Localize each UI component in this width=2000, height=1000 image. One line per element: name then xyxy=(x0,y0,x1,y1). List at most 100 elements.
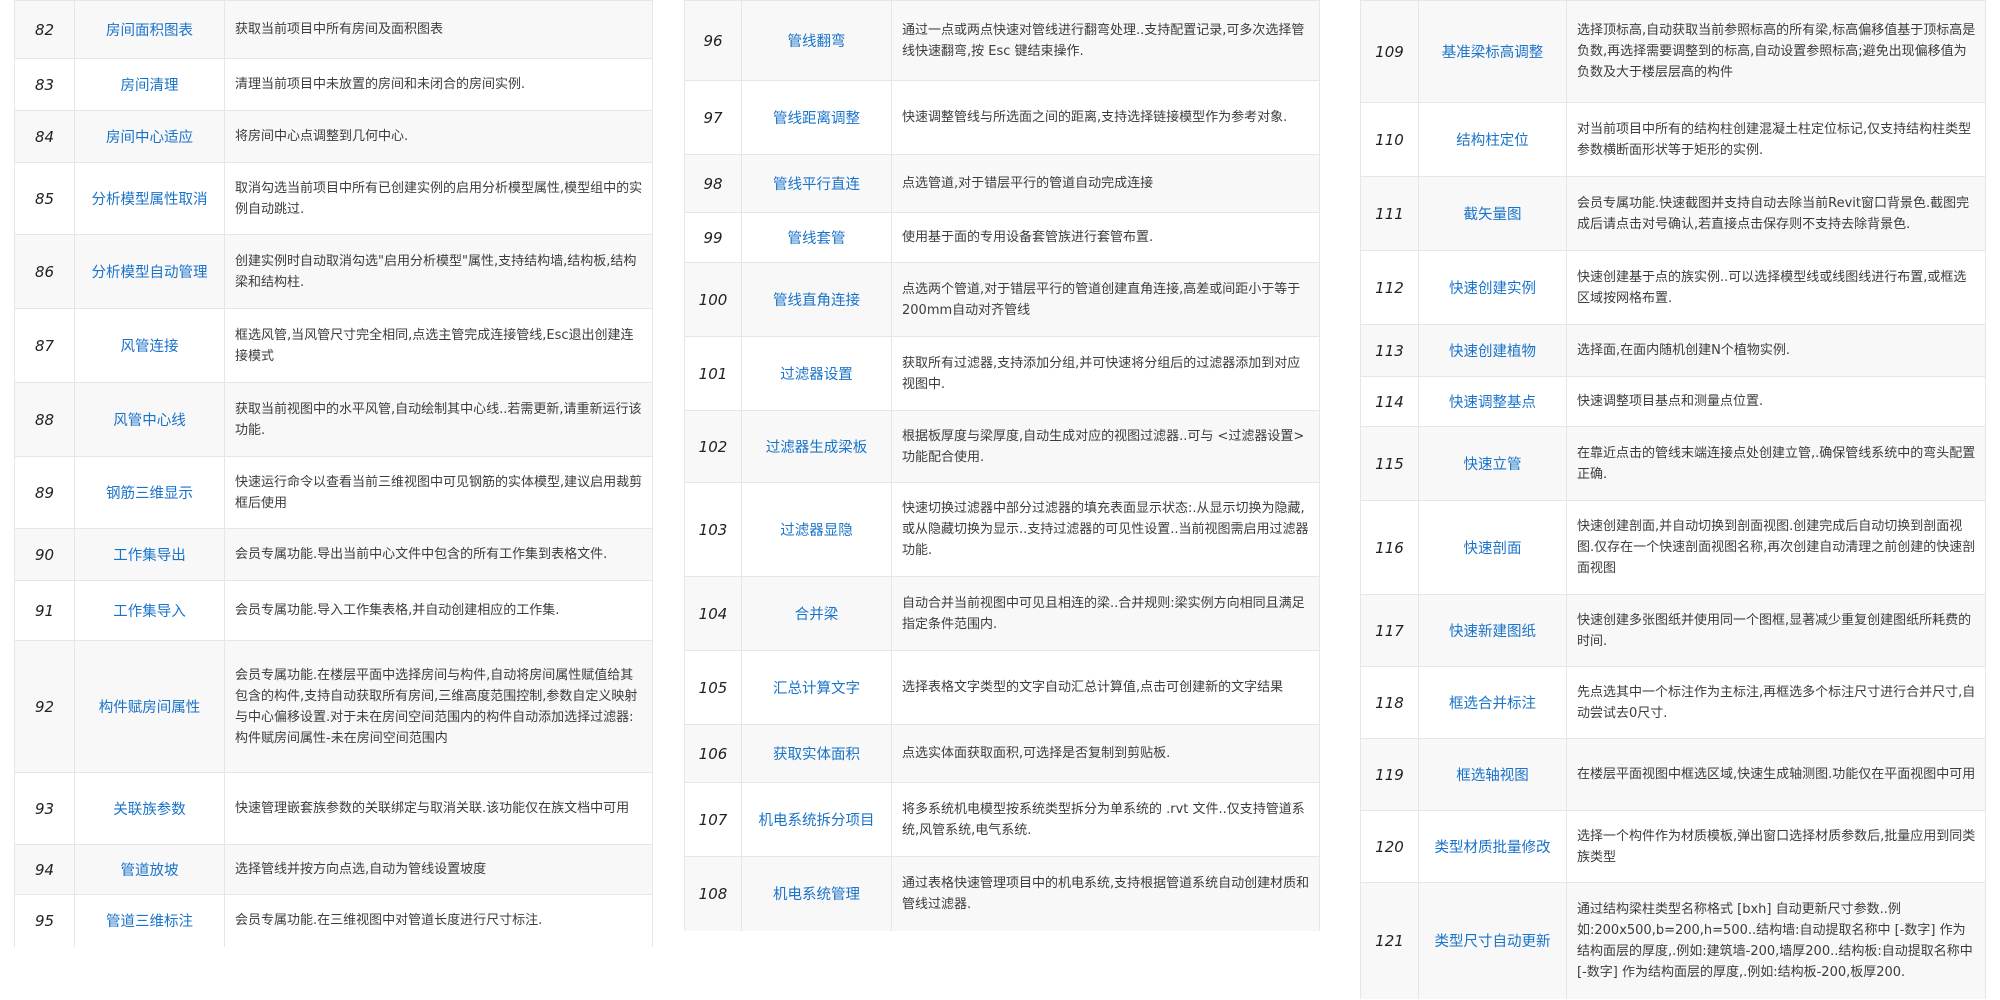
feature-description: 通过表格快速管理项目中的机电系统,支持根据管道系统自动创建材质和管线过滤器. xyxy=(891,856,1320,931)
feature-description-text: 在靠近点击的管线末端连接点处创建立管,.确保管线系统中的弯头配置正确. xyxy=(1577,445,1976,482)
table-row: 96 管线翻弯 通过一点或两点快速对管线进行翻弯处理..支持配置记录,可多次选择… xyxy=(684,0,1320,81)
feature-name-link[interactable]: 快速调整基点 xyxy=(1418,376,1567,427)
row-number: 82 xyxy=(14,0,75,59)
feature-name-link[interactable]: 结构柱定位 xyxy=(1418,102,1567,177)
table-row: 104 合并梁 自动合并当前视图中可见且相连的梁..合并规则:梁实例方向相同且满… xyxy=(684,576,1320,651)
feature-name-link[interactable]: 快速创建植物 xyxy=(1418,324,1567,377)
feature-description: 选择面,在面内随机创建N个植物实例. xyxy=(1566,324,1986,377)
table-row: 114 快速调整基点 快速调整项目基点和测量点位置. xyxy=(1360,376,1986,427)
feature-name-link[interactable]: 机电系统拆分项目 xyxy=(741,782,892,857)
feature-description-text: 快速调整项目基点和测量点位置. xyxy=(1577,394,1764,409)
table-panel-2: 96 管线翻弯 通过一点或两点快速对管线进行翻弯处理..支持配置记录,可多次选择… xyxy=(684,0,1320,940)
feature-name-link[interactable]: 截矢量图 xyxy=(1418,176,1567,251)
feature-description-text: 会员专属功能.在三维视图中对管道长度进行尺寸标注. xyxy=(235,913,543,929)
feature-name-link[interactable]: 快速剖面 xyxy=(1418,500,1567,595)
row-number: 117 xyxy=(1360,594,1419,667)
feature-description-text: 会员专属功能.导出当前中心文件中包含的所有工作集到表格文件. xyxy=(235,547,608,562)
feature-name-link[interactable]: 构件赋房间属性 xyxy=(74,640,225,773)
table-row: 88 风管中心线 获取当前视图中的水平风管,自动绘制其中心线..若需更新,请重新… xyxy=(14,382,653,457)
feature-name-link[interactable]: 房间中心适应 xyxy=(74,110,225,163)
table-row: 102 过滤器生成梁板 根据板厚度与梁厚度,自动生成对应的视图过滤器..可与 <… xyxy=(684,410,1320,483)
feature-name-link[interactable]: 管道放坡 xyxy=(74,844,225,895)
feature-description: 选择管线并按方向点选,自动为管线设置坡度 xyxy=(224,844,653,895)
feature-description-text: 清理当前项目中未放置的房间和未闭合的房间实例. xyxy=(235,77,526,92)
feature-name-link[interactable]: 基准梁标高调整 xyxy=(1418,0,1567,103)
feature-description-text: 通过结构梁柱类型名称格式 [bxh] 自动更新尺寸参数..例如:200x500,… xyxy=(1577,901,1973,980)
row-number: 88 xyxy=(14,382,75,457)
feature-name-link[interactable]: 框选合并标注 xyxy=(1418,666,1567,739)
feature-name-link[interactable]: 工作集导出 xyxy=(74,528,225,581)
table-row: 97 管线距离调整 快速调整管线与所选面之间的距离,支持选择链接模型作为参考对象… xyxy=(684,80,1320,155)
feature-name-link[interactable]: 管线距离调整 xyxy=(741,80,892,155)
feature-name-link[interactable]: 过滤器显隐 xyxy=(741,482,892,577)
feature-description-text: 获取当前项目中所有房间及面积图表 xyxy=(235,22,444,37)
row-number: 120 xyxy=(1360,810,1419,883)
feature-description-text: 会员专属功能.在楼层平面中选择房间与构件,自动将房间属性赋值给其包含的构件,支持… xyxy=(235,667,638,746)
feature-description-text: 使用基于面的专用设备套管族进行套管布置. xyxy=(902,230,1154,245)
table-row: 98 管线平行直连 点选管道,对于错层平行的管道自动完成连接 xyxy=(684,154,1320,213)
row-number: 97 xyxy=(684,80,742,155)
feature-description-text: 对当前项目中所有的结构柱创建混凝土柱定位标记,仅支持结构柱类型参数横断面形状等于… xyxy=(1577,121,1972,158)
table-panel-3: 109 基准梁标高调整 选择顶标高,自动获取当前参照标高的所有梁,标高偏移值基于… xyxy=(1360,0,1986,1000)
feature-name-link[interactable]: 框选轴视图 xyxy=(1418,738,1567,811)
feature-name-link[interactable]: 过滤器生成梁板 xyxy=(741,410,892,483)
row-number: 89 xyxy=(14,456,75,529)
feature-name-link[interactable]: 快速立管 xyxy=(1418,426,1567,501)
feature-name-link[interactable]: 管线平行直连 xyxy=(741,154,892,213)
feature-description-text: 通过表格快速管理项目中的机电系统,支持根据管道系统自动创建材质和管线过滤器. xyxy=(902,875,1310,912)
table-row: 95 管道三维标注 会员专属功能.在三维视图中对管道长度进行尺寸标注. xyxy=(14,894,653,947)
feature-description: 会员专属功能.在三维视图中对管道长度进行尺寸标注. xyxy=(224,894,653,947)
feature-name-link[interactable]: 风管连接 xyxy=(74,308,225,383)
row-number: 114 xyxy=(1360,376,1419,427)
feature-description: 获取当前视图中的水平风管,自动绘制其中心线..若需更新,请重新运行该功能. xyxy=(224,382,653,457)
feature-description: 在楼层平面视图中框选区域,快速生成轴测图.功能仅在平面视图中可用 xyxy=(1566,738,1986,811)
feature-name-link[interactable]: 合并梁 xyxy=(741,576,892,651)
feature-name-link[interactable]: 管道三维标注 xyxy=(74,894,225,947)
feature-name-link[interactable]: 类型尺寸自动更新 xyxy=(1418,882,1567,999)
table-row: 84 房间中心适应 将房间中心点调整到几何中心. xyxy=(14,110,653,163)
row-number: 86 xyxy=(14,234,75,309)
table-row: 120 类型材质批量修改 选择一个构件作为材质模板,弹出窗口选择材质参数后,批量… xyxy=(1360,810,1986,883)
feature-name-link[interactable]: 管线直角连接 xyxy=(741,262,892,337)
feature-description: 使用基于面的专用设备套管族进行套管布置. xyxy=(891,212,1320,263)
feature-description: 点选两个管道,对于错层平行的管道创建直角连接,高差或间距小于等于200mm自动对… xyxy=(891,262,1320,337)
table-row: 118 框选合并标注 先点选其中一个标注作为主标注,再框选多个标注尺寸进行合并尺… xyxy=(1360,666,1986,739)
row-number: 101 xyxy=(684,336,742,411)
feature-name-link[interactable]: 获取实体面积 xyxy=(741,724,892,783)
feature-name-link[interactable]: 风管中心线 xyxy=(74,382,225,457)
feature-name-link[interactable]: 类型材质批量修改 xyxy=(1418,810,1567,883)
table-row: 91 工作集导入 会员专属功能.导入工作集表格,并自动创建相应的工作集. xyxy=(14,580,653,641)
feature-description-text: 快速创建剖面,并自动切换到剖面视图.创建完成后自动切换到剖面视图.仅存在一个快速… xyxy=(1577,519,1976,576)
feature-name-link[interactable]: 房间清理 xyxy=(74,58,225,111)
table-row: 93 关联族参数 快速管理嵌套族参数的关联绑定与取消关联.该功能仅在族文档中可用 xyxy=(14,772,653,845)
feature-name-link[interactable]: 关联族参数 xyxy=(74,772,225,845)
feature-name-link[interactable]: 快速创建实例 xyxy=(1418,250,1567,325)
feature-name-link[interactable]: 钢筋三维显示 xyxy=(74,456,225,529)
feature-description-text: 先点选其中一个标注作为主标注,再框选多个标注尺寸进行合并尺寸,自动尝试去0尺寸. xyxy=(1577,684,1976,721)
row-number: 104 xyxy=(684,576,742,651)
feature-description: 将多系统机电模型按系统类型拆分为单系统的 .rvt 文件..仅支持管道系统,风管… xyxy=(891,782,1320,857)
feature-description-text: 会员专属功能.导入工作集表格,并自动创建相应的工作集. xyxy=(235,603,560,618)
feature-description: 清理当前项目中未放置的房间和未闭合的房间实例. xyxy=(224,58,653,111)
feature-name-link[interactable]: 管线套管 xyxy=(741,212,892,263)
row-number: 93 xyxy=(14,772,75,845)
feature-name-link[interactable]: 分析模型自动管理 xyxy=(74,234,225,309)
feature-name-link[interactable]: 过滤器设置 xyxy=(741,336,892,411)
feature-description: 选择表格文字类型的文字自动汇总计算值,点击可创建新的文字结果 xyxy=(891,650,1320,725)
feature-name-link[interactable]: 工作集导入 xyxy=(74,580,225,641)
feature-name-link[interactable]: 汇总计算文字 xyxy=(741,650,892,725)
row-number: 91 xyxy=(14,580,75,641)
feature-name-link[interactable]: 快速新建图纸 xyxy=(1418,594,1567,667)
row-number: 108 xyxy=(684,856,742,931)
feature-description-text: 框选风管,当风管尺寸完全相同,点选主管完成连接管线,Esc退出创建连接模式 xyxy=(235,327,634,364)
feature-name-link[interactable]: 分析模型属性取消 xyxy=(74,162,225,235)
feature-description: 取消勾选当前项目中所有已创建实例的启用分析模型属性,模型组中的实例自动跳过. xyxy=(224,162,653,235)
feature-description-text: 自动合并当前视图中可见且相连的梁..合并规则:梁实例方向相同且满足指定条件范围内… xyxy=(902,595,1305,632)
table-row: 117 快速新建图纸 快速创建多张图纸并使用同一个图框,显著减少重复创建图纸所耗… xyxy=(1360,594,1986,667)
row-number: 92 xyxy=(14,640,75,773)
feature-name-link[interactable]: 机电系统管理 xyxy=(741,856,892,931)
feature-name-link[interactable]: 管线翻弯 xyxy=(741,0,892,81)
feature-name-link[interactable]: 房间面积图表 xyxy=(74,0,225,59)
table-row: 113 快速创建植物 选择面,在面内随机创建N个植物实例. xyxy=(1360,324,1986,377)
feature-description-text: 选择面,在面内随机创建N个植物实例. xyxy=(1577,343,1790,358)
